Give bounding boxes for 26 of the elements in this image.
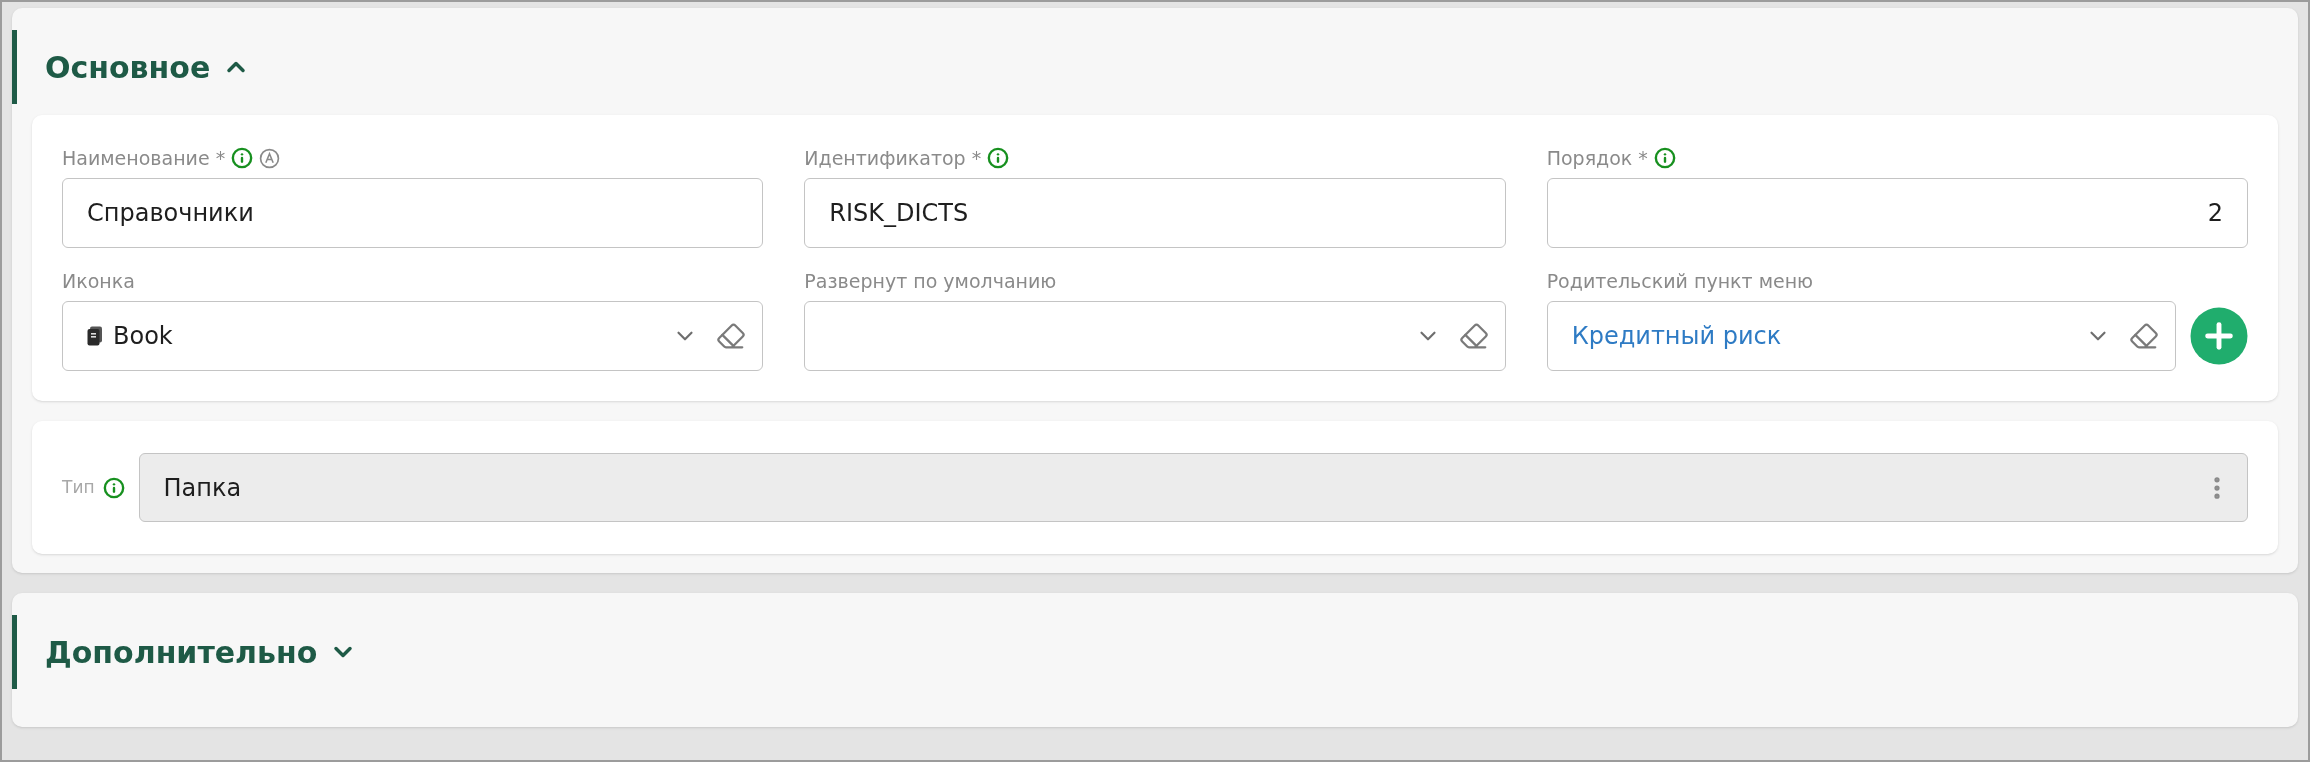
- select-field[interactable]: [804, 301, 1506, 371]
- field-label: Родительский пункт меню: [1546, 268, 1814, 294]
- field-label: Порядок *: [1546, 145, 1648, 171]
- text-field[interactable]: 2: [1546, 178, 2248, 248]
- info-icon[interactable]: [987, 147, 1010, 169]
- eraser-icon[interactable]: [2129, 321, 2159, 351]
- field-label: Наименование *: [62, 145, 226, 171]
- text-field[interactable]: RISK_DICTS: [804, 178, 1506, 248]
- type-value: Папка: [163, 472, 243, 504]
- select-field[interactable]: Book: [62, 301, 764, 371]
- section-title: Дополнительно: [45, 633, 318, 672]
- info-icon[interactable]: [1653, 147, 1676, 169]
- field-label: Иконка: [62, 268, 135, 294]
- eraser-icon[interactable]: [1458, 321, 1489, 351]
- section-title: Основное: [45, 48, 211, 87]
- select-field[interactable]: Кредитный риск: [1546, 301, 2176, 371]
- text-field[interactable]: Справочники: [62, 178, 764, 248]
- field-label: Идентификатор *: [804, 145, 982, 171]
- eraser-icon[interactable]: [716, 321, 747, 351]
- select-value: Book: [113, 321, 173, 352]
- select-value: Кредитный риск: [1571, 321, 1782, 352]
- letter-circle-icon: [259, 147, 281, 169]
- field-label: Развернут по умолчанию: [804, 268, 1057, 294]
- info-icon[interactable]: [231, 147, 254, 169]
- book-icon: [87, 326, 103, 346]
- field-label: Тип: [62, 475, 95, 499]
